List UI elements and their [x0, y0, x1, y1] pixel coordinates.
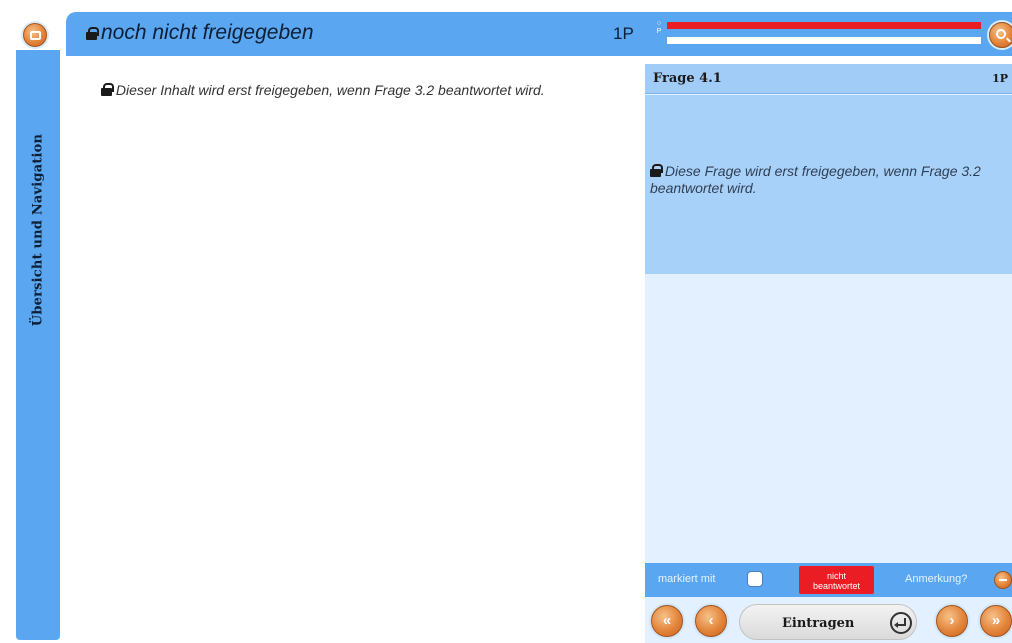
- last-question-button[interactable]: »: [980, 605, 1012, 637]
- question-status-bar: markiert mit nicht beantwortet Anmerkung…: [645, 563, 1012, 597]
- progress-bar-points: [667, 37, 981, 44]
- question-navigation: « ‹ Eintragen › »: [645, 600, 1012, 643]
- submit-answer-label: Eintragen: [782, 616, 855, 631]
- progress-legend: ○ P: [655, 20, 663, 36]
- marked-label: markiert mit: [658, 573, 716, 585]
- submit-answer-button[interactable]: Eintragen: [739, 604, 917, 640]
- progress-bar-answered: [667, 22, 981, 29]
- next-question-button[interactable]: ›: [936, 605, 968, 637]
- page-title-text: noch nicht freigegeben: [101, 21, 314, 44]
- question-header: Frage 4.1 1P: [645, 64, 1012, 94]
- overview-navigation-label[interactable]: Übersicht und Navigation: [31, 134, 46, 326]
- previous-question-button[interactable]: ‹: [695, 605, 727, 637]
- status-badge-line2: beantwortet: [812, 581, 861, 591]
- home-button[interactable]: [23, 23, 47, 47]
- first-question-button[interactable]: «: [651, 605, 683, 637]
- exam-page: Übersicht und Navigation noch nicht frei…: [0, 0, 1012, 643]
- magnifier-icon: [996, 29, 1006, 39]
- status-badge: nicht beantwortet: [799, 566, 874, 594]
- question-body: Diese Frage wird erst freigegeben, wenn …: [645, 95, 1012, 274]
- progress-legend-top: ○: [656, 20, 662, 27]
- question-panel: Frage 4.1 1P Diese Frage wird erst freig…: [645, 64, 1012, 643]
- question-points: 1P: [992, 72, 1008, 85]
- progress-fill-answered: [667, 22, 981, 29]
- question-locked-text: Diese Frage wird erst freigegeben, wenn …: [650, 163, 981, 196]
- add-note-button[interactable]: [994, 571, 1012, 589]
- question-title: Frage 4.1: [653, 71, 722, 86]
- status-badge-line1: nicht: [826, 571, 846, 581]
- question-locked-notice: Diese Frage wird erst freigegeben, wenn …: [650, 163, 1000, 197]
- overview-navigation-panel[interactable]: Übersicht und Navigation: [16, 50, 60, 640]
- content-locked-notice: Dieser Inhalt wird erst freigegeben, wen…: [101, 82, 551, 99]
- lock-icon: [650, 164, 663, 177]
- return-icon: [890, 612, 912, 634]
- note-label[interactable]: Anmerkung?: [905, 573, 967, 585]
- home-icon: [30, 31, 41, 40]
- lock-icon: [101, 83, 114, 96]
- page-title: noch nicht freigegeben: [86, 21, 314, 45]
- lock-icon: [86, 26, 99, 40]
- marked-checkbox[interactable]: [747, 571, 763, 587]
- progress-legend-bottom: P: [656, 28, 662, 35]
- search-button[interactable]: [989, 22, 1012, 48]
- header-points: 1P: [613, 24, 634, 43]
- header-bar: noch nicht freigegeben 1P ○ P: [66, 12, 1012, 56]
- content-locked-text: Dieser Inhalt wird erst freigegeben, wen…: [115, 82, 545, 98]
